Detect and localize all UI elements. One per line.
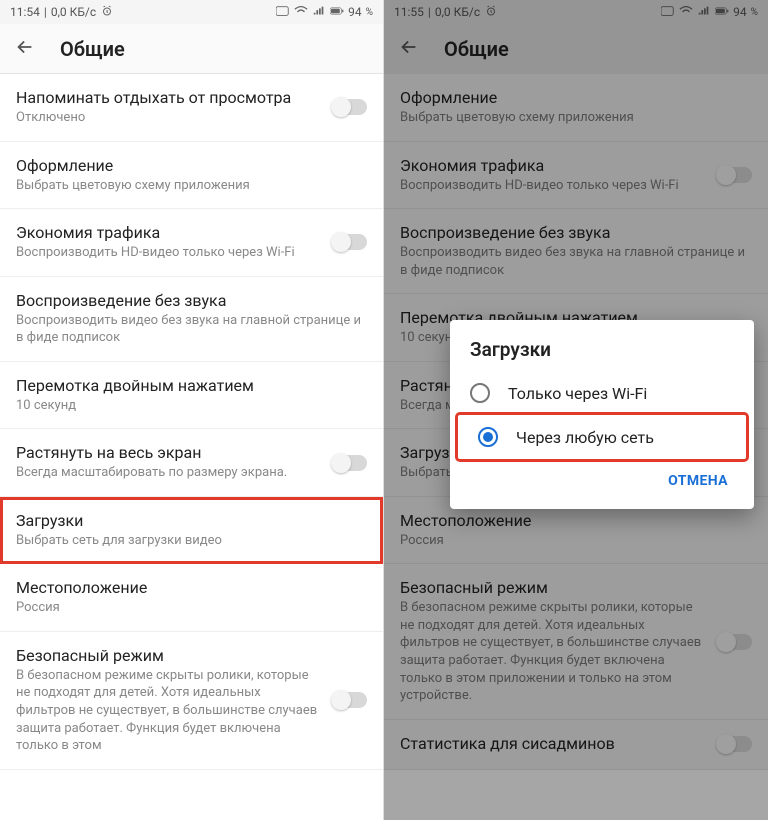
dialog-title: Загрузки bbox=[450, 338, 754, 371]
item-title: Растянуть на весь экран bbox=[16, 443, 321, 462]
item-title: Перемотка двойным нажатием bbox=[16, 376, 367, 395]
item-theme[interactable]: Оформление Выбрать цветовую схему приложе… bbox=[384, 74, 768, 142]
dialog-actions: ОТМЕНА bbox=[450, 459, 754, 503]
item-title: Оформление bbox=[16, 156, 367, 175]
toggle[interactable] bbox=[333, 99, 367, 115]
status-bar: 11:55 | 0,0 КБ/с 94% bbox=[384, 0, 768, 24]
item-data-saving[interactable]: Экономия трафика Воспроизводить HD-видео … bbox=[384, 142, 768, 210]
battery-icon bbox=[715, 5, 729, 20]
item-title: Статистика для сисадминов bbox=[400, 734, 706, 753]
item-remind-rest[interactable]: Напоминать отдыхать от просмотра Отключен… bbox=[0, 74, 383, 142]
toggle[interactable] bbox=[718, 634, 752, 650]
item-title: Воспроизведение без звука bbox=[16, 291, 367, 310]
app-bar: Общие bbox=[0, 24, 383, 74]
item-sub: В безопасном режиме скрыты ролики, котор… bbox=[16, 667, 321, 755]
item-sub: 10 секунд bbox=[16, 397, 367, 415]
item-title: Оформление bbox=[400, 88, 752, 107]
cancel-button[interactable]: ОТМЕНА bbox=[658, 465, 738, 497]
item-title: Загрузки bbox=[16, 511, 367, 530]
screen-left: 11:54 | 0,0 КБ/с 94% Общие Напоминать от… bbox=[0, 0, 384, 820]
item-sub: Выбрать сеть для загрузки видео bbox=[16, 532, 367, 550]
toggle[interactable] bbox=[718, 167, 752, 183]
toggle[interactable] bbox=[718, 736, 752, 752]
status-time: 11:55 bbox=[394, 5, 424, 19]
item-sub: Воспроизводить видео без звука на главно… bbox=[400, 244, 752, 279]
item-sub: Выбрать цветовую схему приложения bbox=[400, 109, 752, 127]
item-restricted-mode[interactable]: Безопасный режим В безопасном режиме скры… bbox=[384, 564, 768, 719]
downloads-dialog: Загрузки Только через Wi-Fi Через любую … bbox=[450, 320, 754, 509]
radio-label: Только через Wi-Fi bbox=[508, 384, 647, 403]
wifi-icon bbox=[679, 5, 693, 20]
item-sub: В безопасном режиме скрыты ролики, котор… bbox=[400, 599, 706, 704]
item-sub: Воспроизводить HD-видео только через Wi-… bbox=[400, 177, 706, 195]
item-title: Воспроизведение без звука bbox=[400, 223, 752, 242]
toggle[interactable] bbox=[333, 455, 367, 471]
page-title: Общие bbox=[444, 37, 509, 61]
alarm-icon bbox=[484, 5, 498, 20]
item-muted-playback[interactable]: Воспроизведение без звука Воспроизводить … bbox=[384, 209, 768, 294]
radio-label: Через любую сеть bbox=[516, 428, 654, 447]
status-speed: 0,0 КБ/с bbox=[435, 5, 480, 19]
radio-icon[interactable] bbox=[470, 383, 490, 403]
item-title: Экономия трафика bbox=[16, 223, 321, 242]
status-battery: 94 bbox=[733, 5, 747, 19]
item-muted-playback[interactable]: Воспроизведение без звука Воспроизводить … bbox=[0, 277, 383, 362]
item-restricted-mode[interactable]: Безопасный режим В безопасном режиме скры… bbox=[0, 632, 383, 770]
wifi-icon bbox=[294, 5, 308, 20]
item-double-tap-seek[interactable]: Перемотка двойным нажатием 10 секунд bbox=[0, 362, 383, 430]
page-title: Общие bbox=[60, 37, 125, 61]
status-speed: 0,0 КБ/с bbox=[51, 5, 96, 19]
alarm-icon bbox=[100, 5, 114, 20]
item-sub: Россия bbox=[400, 532, 752, 550]
battery-icon bbox=[330, 5, 344, 20]
item-title: Местоположение bbox=[16, 578, 367, 597]
app-bar: Общие bbox=[384, 24, 768, 74]
item-title: Безопасный режим bbox=[400, 578, 706, 597]
item-downloads[interactable]: Загрузки Выбрать сеть для загрузки видео bbox=[0, 497, 383, 565]
item-title: Безопасный режим bbox=[16, 646, 321, 665]
signal-icon bbox=[697, 5, 711, 20]
radio-icon[interactable] bbox=[478, 427, 498, 447]
volte-icon bbox=[661, 5, 675, 20]
screen-right: 11:55 | 0,0 КБ/с 94% Общие Оформление Выб… bbox=[384, 0, 768, 820]
item-stats-nerds[interactable]: Статистика для сисадминов bbox=[384, 720, 768, 770]
item-sub: Отключено bbox=[16, 109, 321, 127]
toggle[interactable] bbox=[333, 692, 367, 708]
radio-option-any-network[interactable]: Через любую сеть bbox=[458, 415, 746, 459]
item-sub: Всегда масштабировать по размеру экрана. bbox=[16, 464, 321, 482]
status-bar: 11:54 | 0,0 КБ/с 94% bbox=[0, 0, 383, 24]
back-icon[interactable] bbox=[14, 36, 36, 62]
settings-list[interactable]: Напоминать отдыхать от просмотра Отключен… bbox=[0, 74, 383, 820]
item-sub: Россия bbox=[16, 599, 367, 617]
volte-icon bbox=[276, 5, 290, 20]
item-sub: Воспроизводить HD-видео только через Wi-… bbox=[16, 244, 321, 262]
item-theme[interactable]: Оформление Выбрать цветовую схему приложе… bbox=[0, 142, 383, 210]
toggle[interactable] bbox=[333, 234, 367, 250]
item-title: Экономия трафика bbox=[400, 156, 706, 175]
item-location[interactable]: Местоположение Россия bbox=[0, 564, 383, 632]
item-title: Местоположение bbox=[400, 511, 752, 530]
status-battery: 94 bbox=[348, 5, 362, 19]
item-sub: Выбрать цветовую схему приложения bbox=[16, 177, 367, 195]
item-data-saving[interactable]: Экономия трафика Воспроизводить HD-видео … bbox=[0, 209, 383, 277]
item-title: Напоминать отдыхать от просмотра bbox=[16, 88, 321, 107]
status-time: 11:54 bbox=[10, 5, 40, 19]
radio-option-wifi[interactable]: Только через Wi-Fi bbox=[450, 371, 754, 415]
signal-icon bbox=[312, 5, 326, 20]
item-sub: Воспроизводить видео без звука на главно… bbox=[16, 312, 367, 347]
back-icon[interactable] bbox=[398, 36, 420, 62]
item-zoom-fill[interactable]: Растянуть на весь экран Всегда масштабиро… bbox=[0, 429, 383, 497]
